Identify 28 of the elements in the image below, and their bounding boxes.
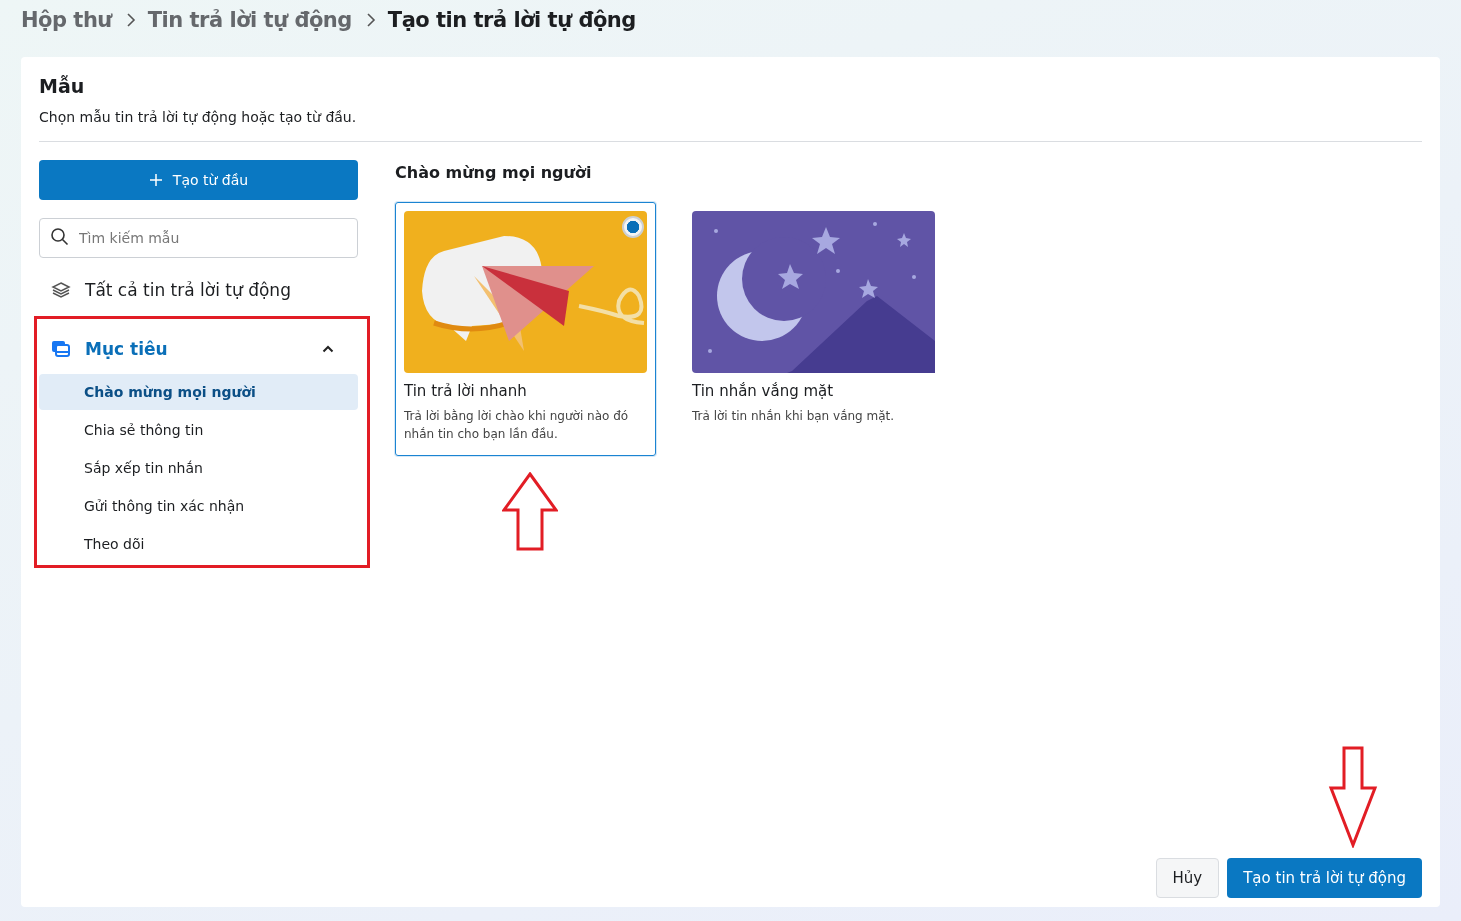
create-from-scratch-button[interactable]: Tạo từ đầu [39,160,358,200]
category-item[interactable]: Gửi thông tin xác nhận [39,488,358,524]
panel-subtitle: Chọn mẫu tin trả lời tự động hoặc tạo từ đầu. [39,109,358,125]
template-description: Trả lời bằng lời chào khi người nào đó nhắn tin cho bạn lần đầu. [404,408,630,443]
category-item[interactable]: Theo dõi [39,526,358,562]
cards-icon [51,340,71,358]
section-header[interactable]: Mục tiêu [39,324,358,374]
category-item[interactable]: Chào mừng mọi người [39,374,358,410]
category-heading: Chào mừng mọi người [395,163,593,182]
breadcrumb-current: Tạo tin trả lời tự động [387,8,636,32]
search-field[interactable]: Tìm kiếm mẫu [39,218,358,258]
template-description: Trả lời tin nhắn khi bạn vắng mặt. [692,408,896,425]
template-title: Tin nhắn vắng mặt [692,382,835,400]
create-auto-reply-button[interactable]: Tạo tin trả lời tự động [1227,858,1422,898]
breadcrumb-link[interactable]: Tin trả lời tự động [147,8,352,32]
template-title: Tin trả lời nhanh [404,382,528,400]
chevron-right-icon [125,12,136,28]
category-item[interactable]: Chia sẻ thông tin [39,412,358,448]
all-templates-item[interactable]: Tất cả tin trả lời tự động [39,258,358,322]
plus-icon [148,173,163,187]
template-card[interactable]: Tin nhắn vắng mặt Trả lời tin nhắn khi bạn vắng mặt. [683,202,944,456]
stack-icon [51,281,71,299]
breadcrumb-link[interactable]: Hộp thư [21,8,112,32]
category-item[interactable]: Sắp xếp tin nhắn [39,450,358,486]
panel-title: Mẫu [39,75,86,97]
chevron-right-icon [365,12,376,28]
template-card[interactable]: Tin trả lời nhanh Trả lời bằng lời chào khi người nào đó nhắn tin cho bạn lần đầu. [395,202,656,456]
cancel-button[interactable]: Hủy [1155,858,1220,898]
